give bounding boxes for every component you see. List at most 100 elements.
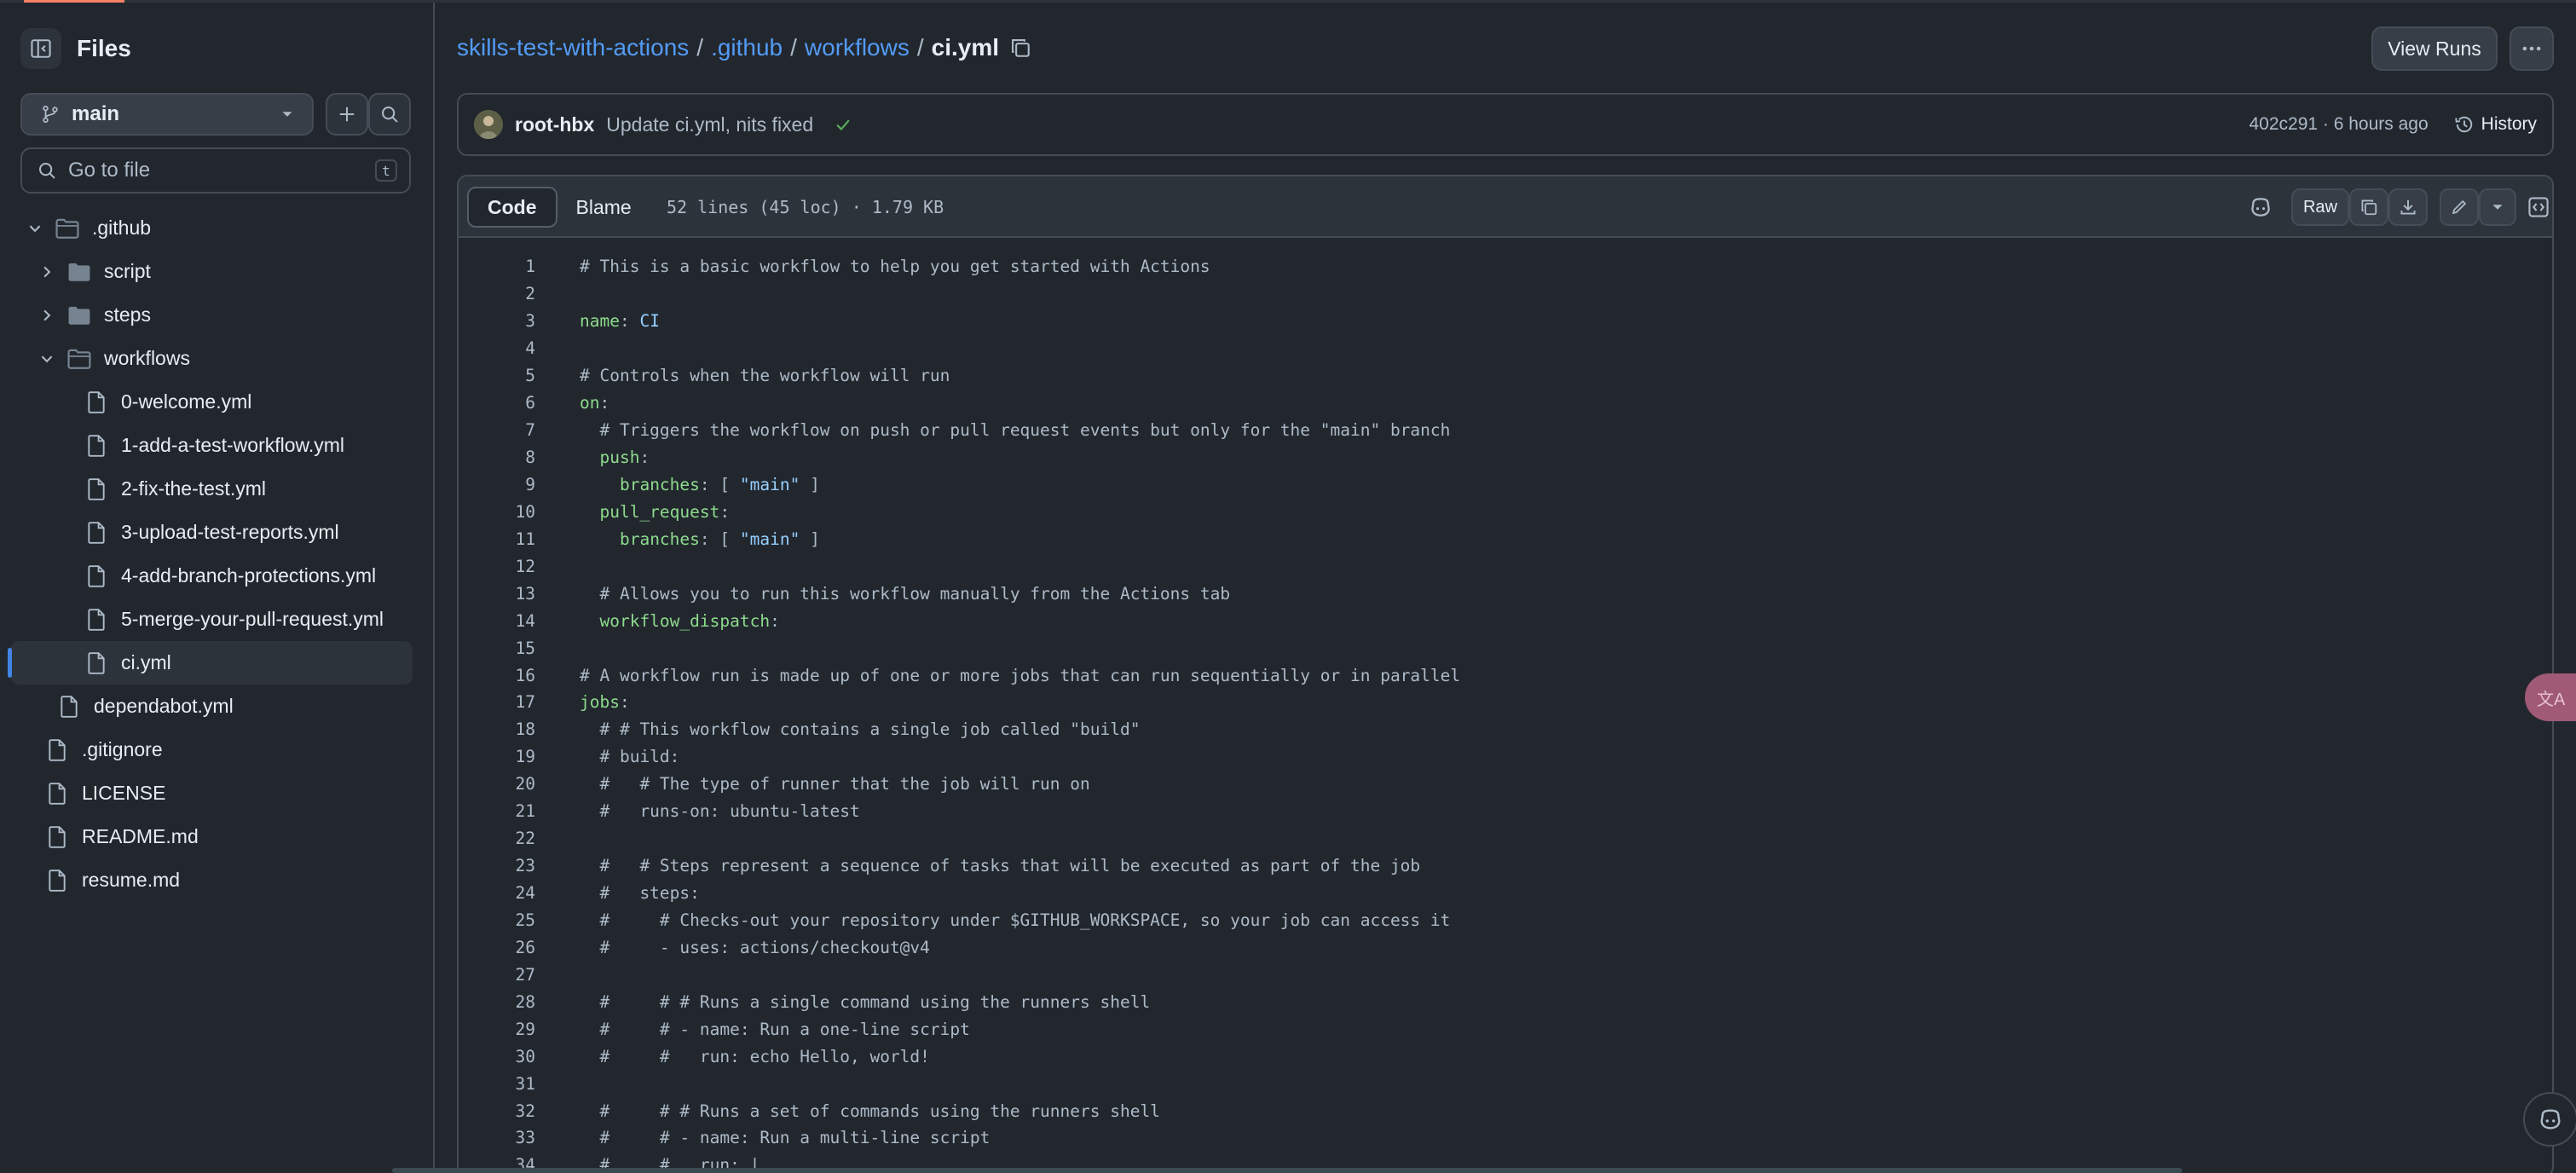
line-number[interactable]: 15 — [459, 639, 535, 658]
more-options-button[interactable] — [2510, 26, 2554, 71]
tree-folder[interactable]: workflows — [10, 337, 413, 380]
tree-file[interactable]: resume.md — [10, 858, 413, 902]
add-file-button[interactable] — [326, 93, 368, 136]
line-content: # - uses: actions/checkout@v4 — [580, 937, 930, 957]
line-number[interactable]: 2 — [459, 284, 535, 303]
line-number[interactable]: 28 — [459, 992, 535, 1012]
line-number[interactable]: 11 — [459, 529, 535, 549]
code-line: 28 # # # Runs a single command using the… — [459, 988, 2552, 1015]
copilot-button[interactable] — [2238, 188, 2283, 226]
line-number[interactable]: 5 — [459, 366, 535, 385]
sidebar-collapse-icon — [31, 39, 51, 58]
commit-message[interactable]: Update ci.yml, nits fixed — [606, 113, 813, 136]
line-number[interactable]: 32 — [459, 1101, 535, 1121]
line-number[interactable]: 6 — [459, 393, 535, 413]
line-number[interactable]: 14 — [459, 611, 535, 631]
translate-extension-button[interactable]: 文A — [2525, 673, 2576, 721]
line-number[interactable]: 12 — [459, 557, 535, 576]
line-content: workflow_dispatch: — [599, 610, 780, 631]
line-number[interactable]: 24 — [459, 883, 535, 903]
line-number[interactable]: 22 — [459, 829, 535, 848]
code-line: 2 — [459, 280, 2552, 308]
line-number[interactable]: 21 — [459, 801, 535, 821]
code-line: 23 # # Steps represent a sequence of tas… — [459, 852, 2552, 880]
symbols-panel-button[interactable] — [2525, 188, 2552, 226]
line-number[interactable]: 10 — [459, 502, 535, 522]
code-line: 13 # Allows you to run this workflow man… — [459, 580, 2552, 607]
tree-folder[interactable]: .github — [10, 206, 413, 250]
tree-folder[interactable]: script — [10, 250, 413, 293]
chevron-down-icon[interactable] — [38, 352, 56, 366]
tab-blame[interactable]: Blame — [557, 187, 650, 228]
chevron-right-icon[interactable] — [38, 309, 56, 322]
code-line: 25 # # Checks-out your repository under … — [459, 907, 2552, 934]
commit-sha-and-time[interactable]: 402c291 · 6 hours ago — [2250, 114, 2429, 135]
tree-file[interactable]: 2-fix-the-test.yml — [10, 467, 413, 511]
tree-item-label: 3-upload-test-reports.yml — [121, 521, 339, 543]
line-content: # # run: echo Hello, world! — [580, 1046, 930, 1066]
copy-raw-button[interactable] — [2349, 188, 2388, 226]
edit-button[interactable] — [2440, 188, 2479, 226]
go-to-file-input[interactable]: Go to file t — [20, 147, 411, 194]
line-number[interactable]: 29 — [459, 1020, 535, 1039]
line-content: # steps: — [580, 883, 700, 904]
line-number[interactable]: 27 — [459, 965, 535, 985]
edit-options-dropdown[interactable] — [2479, 188, 2516, 226]
branch-selector[interactable]: main — [20, 93, 314, 136]
file-icon — [44, 782, 70, 805]
line-number[interactable]: 20 — [459, 774, 535, 794]
chevron-right-icon[interactable] — [38, 265, 56, 279]
line-number[interactable]: 26 — [459, 938, 535, 957]
line-number[interactable]: 8 — [459, 448, 535, 467]
commit-author[interactable]: root-hbx — [515, 113, 594, 136]
search-files-button[interactable] — [368, 93, 411, 136]
tree-file[interactable]: 1-add-a-test-workflow.yml — [10, 424, 413, 467]
tree-item-label: resume.md — [82, 869, 181, 891]
tree-file[interactable]: dependabot.yml — [10, 685, 413, 728]
tree-file[interactable]: .gitignore — [10, 728, 413, 771]
line-number[interactable]: 19 — [459, 747, 535, 766]
line-number[interactable]: 4 — [459, 338, 535, 358]
line-number[interactable]: 7 — [459, 420, 535, 440]
tree-folder[interactable]: steps — [10, 293, 413, 337]
line-number[interactable]: 16 — [459, 666, 535, 685]
collapse-sidebar-button[interactable] — [20, 28, 61, 69]
line-number[interactable]: 23 — [459, 856, 535, 875]
line-number[interactable]: 25 — [459, 910, 535, 930]
tree-file[interactable]: 5-merge-your-pull-request.yml — [10, 598, 413, 641]
line-number[interactable]: 30 — [459, 1047, 535, 1066]
line-number[interactable]: 13 — [459, 584, 535, 604]
breadcrumb-workflows-link[interactable]: workflows — [805, 34, 910, 61]
tree-file[interactable]: 3-upload-test-reports.yml — [10, 511, 413, 554]
breadcrumb-github-link[interactable]: .github — [711, 34, 783, 61]
tree-file[interactable]: ci.yml — [8, 641, 413, 685]
line-number[interactable]: 3 — [459, 311, 535, 331]
file-icon — [44, 869, 70, 892]
keyboard-shortcut-hint: t — [375, 159, 397, 182]
line-number[interactable]: 31 — [459, 1074, 535, 1094]
line-number[interactable]: 18 — [459, 719, 535, 739]
tree-file[interactable]: 4-add-branch-protections.yml — [10, 554, 413, 598]
code-line: 29 # # - name: Run a one-line script — [459, 1015, 2552, 1043]
view-runs-button[interactable]: View Runs — [2371, 26, 2498, 71]
avatar[interactable] — [474, 110, 503, 139]
view-mode-toggle: Code Blame — [467, 187, 650, 228]
tree-file[interactable]: LICENSE — [10, 771, 413, 815]
line-number[interactable]: 17 — [459, 692, 535, 712]
raw-button[interactable]: Raw — [2291, 188, 2349, 226]
check-status-icon[interactable] — [834, 115, 852, 134]
history-button[interactable]: History — [2454, 114, 2537, 135]
tab-code[interactable]: Code — [467, 187, 557, 228]
breadcrumb-repo-link[interactable]: skills-test-with-actions — [457, 34, 689, 61]
line-number[interactable]: 9 — [459, 475, 535, 494]
chevron-down-icon[interactable] — [26, 222, 44, 235]
tree-file[interactable]: README.md — [10, 815, 413, 858]
download-icon — [2400, 199, 2416, 215]
tree-file[interactable]: 0-welcome.yml — [10, 380, 413, 424]
line-number[interactable]: 33 — [459, 1128, 535, 1147]
copy-path-button[interactable] — [1009, 37, 1031, 59]
download-button[interactable] — [2388, 188, 2428, 226]
line-content: # build: — [580, 747, 680, 767]
copilot-chat-button[interactable] — [2523, 1092, 2576, 1147]
line-number[interactable]: 1 — [459, 257, 535, 276]
